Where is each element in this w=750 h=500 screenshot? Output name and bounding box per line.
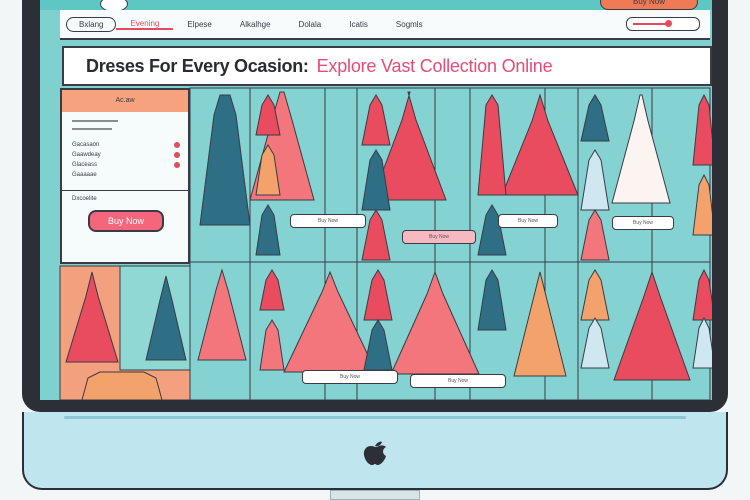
hanging-dresses[interactable]: [81, 371, 163, 400]
dress-product-grid: [59, 87, 712, 400]
price-tag[interactable]: Buy Now: [302, 370, 398, 384]
monitor-stand: [330, 490, 420, 500]
price-tag[interactable]: Buy Now: [410, 374, 506, 388]
price-tag[interactable]: Buy Now: [290, 214, 366, 228]
price-tag[interactable]: Buy Now: [612, 216, 674, 230]
monitor: Buy Now Bxlang Evening Elpese Alkalhge D…: [0, 0, 750, 500]
price-tag[interactable]: Buy Now: [498, 214, 558, 228]
chin-edge: [64, 416, 686, 419]
price-tag[interactable]: Buy Now: [402, 230, 476, 244]
apple-logo-icon: [363, 441, 386, 465]
browser-screen: Buy Now Bxlang Evening Elpese Alkalhge D…: [40, 0, 712, 400]
